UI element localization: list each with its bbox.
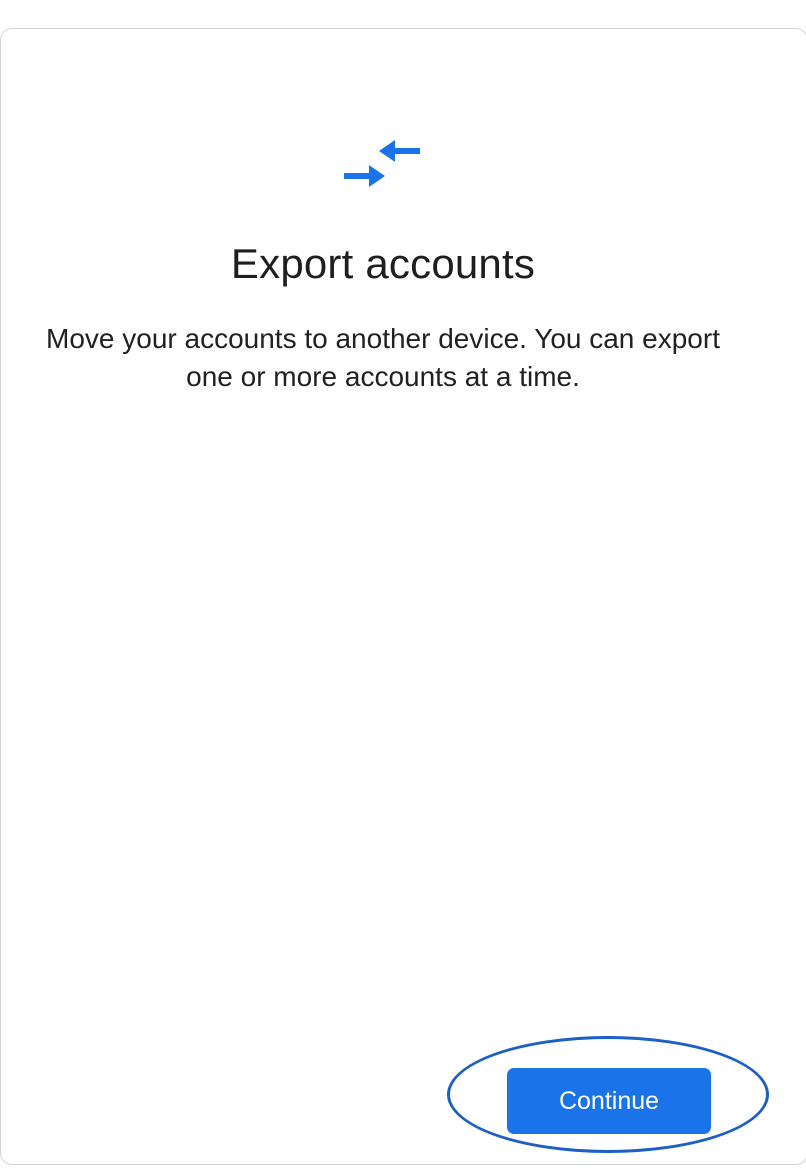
swap-arrows-icon [341,140,423,196]
continue-button[interactable]: Continue [507,1068,711,1134]
dialog-description: Move your accounts to another device. Yo… [46,323,720,392]
export-dialog-card [0,28,806,1165]
page-title: Export accounts [230,240,536,287]
screen: Export accounts Move your accounts to an… [0,0,806,1171]
